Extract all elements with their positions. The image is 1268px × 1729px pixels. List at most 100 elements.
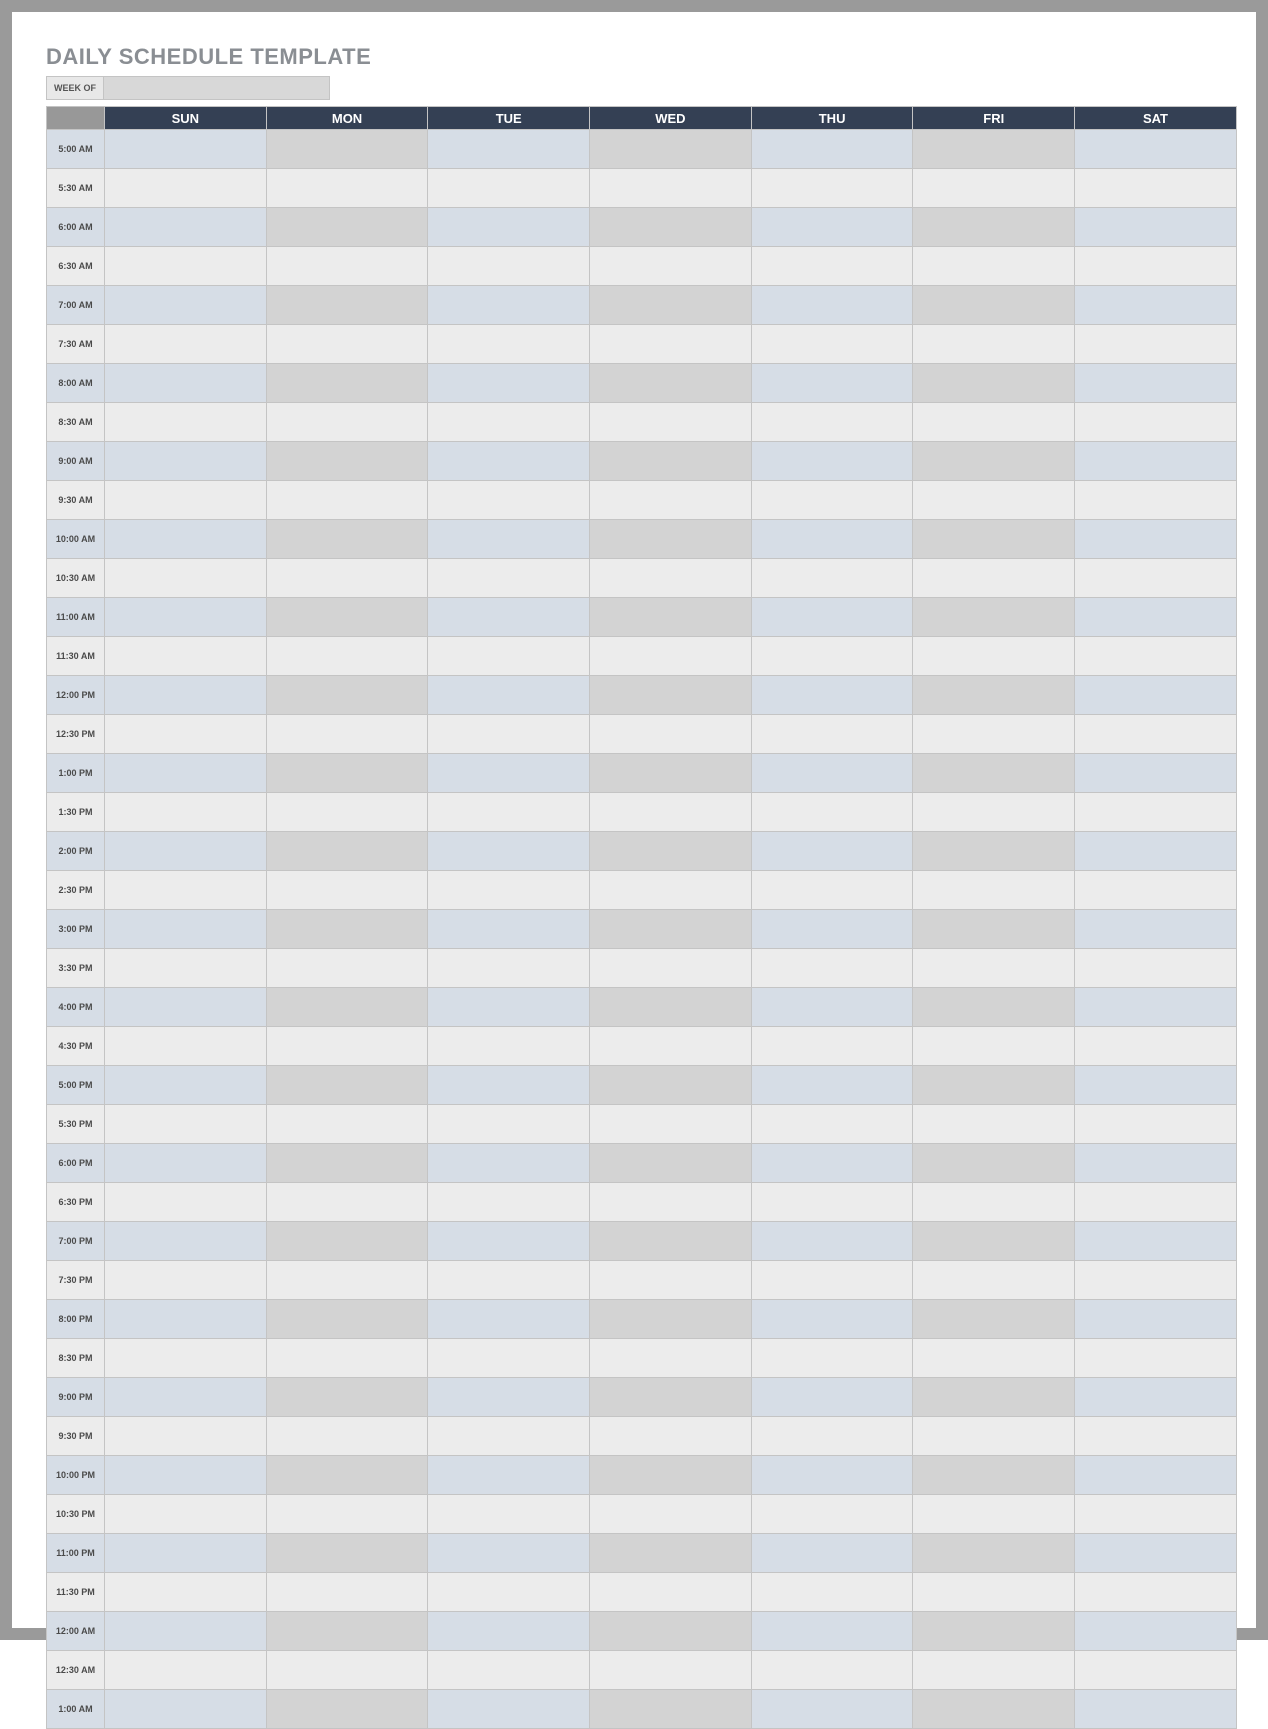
- schedule-cell[interactable]: [1075, 169, 1237, 208]
- schedule-cell[interactable]: [1075, 1222, 1237, 1261]
- schedule-cell[interactable]: [751, 793, 913, 832]
- schedule-cell[interactable]: [266, 130, 428, 169]
- schedule-cell[interactable]: [590, 1573, 752, 1612]
- schedule-cell[interactable]: [1075, 1612, 1237, 1651]
- schedule-cell[interactable]: [266, 169, 428, 208]
- schedule-cell[interactable]: [1075, 1573, 1237, 1612]
- schedule-cell[interactable]: [266, 676, 428, 715]
- schedule-cell[interactable]: [913, 559, 1075, 598]
- schedule-cell[interactable]: [751, 676, 913, 715]
- schedule-cell[interactable]: [105, 208, 267, 247]
- schedule-cell[interactable]: [266, 1066, 428, 1105]
- schedule-cell[interactable]: [590, 1066, 752, 1105]
- schedule-cell[interactable]: [105, 1651, 267, 1690]
- schedule-cell[interactable]: [266, 364, 428, 403]
- schedule-cell[interactable]: [266, 910, 428, 949]
- schedule-cell[interactable]: [428, 1612, 590, 1651]
- schedule-cell[interactable]: [105, 1456, 267, 1495]
- schedule-cell[interactable]: [913, 1066, 1075, 1105]
- schedule-cell[interactable]: [266, 832, 428, 871]
- schedule-cell[interactable]: [428, 559, 590, 598]
- schedule-cell[interactable]: [590, 598, 752, 637]
- schedule-cell[interactable]: [266, 1612, 428, 1651]
- schedule-cell[interactable]: [266, 1378, 428, 1417]
- schedule-cell[interactable]: [428, 520, 590, 559]
- schedule-cell[interactable]: [428, 1534, 590, 1573]
- schedule-cell[interactable]: [1075, 1495, 1237, 1534]
- schedule-cell[interactable]: [751, 1417, 913, 1456]
- schedule-cell[interactable]: [751, 1183, 913, 1222]
- schedule-cell[interactable]: [913, 1378, 1075, 1417]
- schedule-cell[interactable]: [266, 1144, 428, 1183]
- schedule-cell[interactable]: [428, 1222, 590, 1261]
- schedule-cell[interactable]: [590, 1300, 752, 1339]
- schedule-cell[interactable]: [428, 1027, 590, 1066]
- schedule-cell[interactable]: [751, 169, 913, 208]
- schedule-cell[interactable]: [266, 1573, 428, 1612]
- schedule-cell[interactable]: [428, 1105, 590, 1144]
- schedule-cell[interactable]: [751, 364, 913, 403]
- schedule-cell[interactable]: [266, 1534, 428, 1573]
- schedule-cell[interactable]: [751, 1651, 913, 1690]
- schedule-cell[interactable]: [105, 364, 267, 403]
- schedule-cell[interactable]: [266, 1027, 428, 1066]
- schedule-cell[interactable]: [751, 520, 913, 559]
- schedule-cell[interactable]: [428, 1066, 590, 1105]
- schedule-cell[interactable]: [105, 1534, 267, 1573]
- schedule-cell[interactable]: [266, 1651, 428, 1690]
- schedule-cell[interactable]: [751, 130, 913, 169]
- schedule-cell[interactable]: [751, 871, 913, 910]
- schedule-cell[interactable]: [428, 715, 590, 754]
- schedule-cell[interactable]: [590, 910, 752, 949]
- schedule-cell[interactable]: [913, 598, 1075, 637]
- schedule-cell[interactable]: [751, 1300, 913, 1339]
- schedule-cell[interactable]: [105, 1495, 267, 1534]
- schedule-cell[interactable]: [428, 169, 590, 208]
- schedule-cell[interactable]: [105, 1690, 267, 1729]
- schedule-cell[interactable]: [590, 1027, 752, 1066]
- schedule-cell[interactable]: [751, 598, 913, 637]
- schedule-cell[interactable]: [590, 1417, 752, 1456]
- schedule-cell[interactable]: [428, 676, 590, 715]
- schedule-cell[interactable]: [1075, 247, 1237, 286]
- schedule-cell[interactable]: [590, 1105, 752, 1144]
- schedule-cell[interactable]: [1075, 1027, 1237, 1066]
- schedule-cell[interactable]: [1075, 1300, 1237, 1339]
- schedule-cell[interactable]: [1075, 1339, 1237, 1378]
- schedule-cell[interactable]: [751, 832, 913, 871]
- schedule-cell[interactable]: [913, 1573, 1075, 1612]
- schedule-cell[interactable]: [913, 1261, 1075, 1300]
- schedule-cell[interactable]: [105, 793, 267, 832]
- schedule-cell[interactable]: [428, 949, 590, 988]
- schedule-cell[interactable]: [1075, 1066, 1237, 1105]
- schedule-cell[interactable]: [751, 910, 913, 949]
- schedule-cell[interactable]: [913, 1144, 1075, 1183]
- schedule-cell[interactable]: [1075, 442, 1237, 481]
- schedule-cell[interactable]: [590, 403, 752, 442]
- schedule-cell[interactable]: [1075, 1651, 1237, 1690]
- schedule-cell[interactable]: [913, 481, 1075, 520]
- schedule-cell[interactable]: [428, 637, 590, 676]
- schedule-cell[interactable]: [266, 325, 428, 364]
- schedule-cell[interactable]: [1075, 754, 1237, 793]
- schedule-cell[interactable]: [266, 1417, 428, 1456]
- schedule-cell[interactable]: [266, 286, 428, 325]
- schedule-cell[interactable]: [428, 325, 590, 364]
- schedule-cell[interactable]: [913, 1300, 1075, 1339]
- schedule-cell[interactable]: [751, 1573, 913, 1612]
- schedule-cell[interactable]: [751, 442, 913, 481]
- schedule-cell[interactable]: [590, 793, 752, 832]
- schedule-cell[interactable]: [105, 637, 267, 676]
- schedule-cell[interactable]: [266, 1183, 428, 1222]
- schedule-cell[interactable]: [428, 1690, 590, 1729]
- schedule-cell[interactable]: [428, 598, 590, 637]
- schedule-cell[interactable]: [105, 988, 267, 1027]
- schedule-cell[interactable]: [428, 1261, 590, 1300]
- schedule-cell[interactable]: [266, 442, 428, 481]
- schedule-cell[interactable]: [913, 208, 1075, 247]
- schedule-cell[interactable]: [266, 1690, 428, 1729]
- schedule-cell[interactable]: [266, 598, 428, 637]
- schedule-cell[interactable]: [266, 481, 428, 520]
- schedule-cell[interactable]: [1075, 481, 1237, 520]
- schedule-cell[interactable]: [1075, 1261, 1237, 1300]
